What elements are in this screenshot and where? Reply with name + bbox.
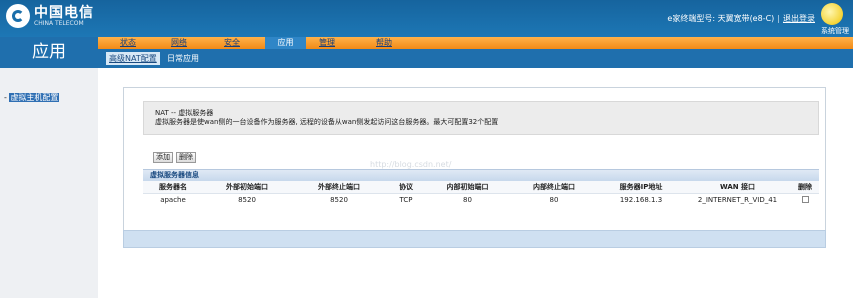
left-menu-virtual-host[interactable]: - 虚拟主机配置 <box>4 92 60 103</box>
left-panel: - 虚拟主机配置 <box>0 68 98 298</box>
main-nav: 状态 网络 安全 应用 管理 帮助 <box>98 37 853 49</box>
delete-checkbox[interactable] <box>801 196 809 204</box>
sidebar-section-title: 应用 <box>0 37 98 68</box>
main-content: NAT -- 虚拟服务器 虚拟服务器是使wan侧的一台设备作为服务器, 远程的设… <box>98 68 853 298</box>
cell-external-start-port: 8520 <box>238 195 256 204</box>
subtab-daily-apps[interactable]: 日常应用 <box>164 52 202 65</box>
info-title: NAT -- 虚拟服务器 <box>155 109 214 117</box>
nav-tab-application[interactable]: 应用 <box>265 37 306 49</box>
column-header: 内部初始端口 <box>425 181 510 194</box>
nav-tab-help[interactable]: 帮助 <box>376 37 392 49</box>
column-header: 内部终止端口 <box>510 181 598 194</box>
column-header: 外部初始端口 <box>203 181 291 194</box>
delete-button[interactable]: 删除 <box>176 152 196 163</box>
column-header: 服务器IP地址 <box>598 181 684 194</box>
column-header: WAN 接口 <box>684 181 791 194</box>
gear-label[interactable]: 系统管理 <box>821 26 849 36</box>
bottom-bar <box>123 230 826 248</box>
cell-external-end-port: 8520 <box>330 195 348 204</box>
cell-server-ip: 192.168.1.3 <box>619 195 663 204</box>
brand-name: 中国电信 <box>34 4 94 21</box>
nav-tab-network[interactable]: 网络 <box>171 37 187 49</box>
left-menu-label[interactable]: 虚拟主机配置 <box>9 93 60 102</box>
sub-nav: 高级NAT配置 日常应用 <box>98 49 853 68</box>
action-buttons: 添加 删除 <box>153 152 196 163</box>
brand-logo: 中国电信 CHINA TELECOM <box>6 4 94 28</box>
column-header: 外部终止端口 <box>291 181 387 194</box>
add-button[interactable]: 添加 <box>153 152 173 163</box>
cell-server-name: apache <box>160 195 186 204</box>
column-header: 服务器名 <box>143 181 203 194</box>
cell-wan-interface: 2_INTERNET_R_VID_41 <box>697 195 778 204</box>
column-header: 协议 <box>387 181 425 194</box>
nav-tab-management[interactable]: 管理 <box>319 37 335 49</box>
cell-internal-start-port: 80 <box>463 195 472 204</box>
table-row: apache 8520 8520 TCP 80 80 192.168.1.3 2… <box>143 193 819 206</box>
left-menu-bullet: - <box>4 93 7 102</box>
account-info: e家终端型号: 天翼宽带(e8-C) | 退出登录 <box>667 14 815 23</box>
cell-protocol: TCP <box>399 195 413 204</box>
logout-link[interactable]: 退出登录 <box>783 14 815 23</box>
nav-tab-security[interactable]: 安全 <box>224 37 240 49</box>
info-box: NAT -- 虚拟服务器 虚拟服务器是使wan侧的一台设备作为服务器, 远程的设… <box>143 101 819 135</box>
device-model-text: e家终端型号: 天翼宽带(e8-C) <box>667 14 775 23</box>
gear-icon[interactable] <box>821 3 843 25</box>
brand-subtitle: CHINA TELECOM <box>34 19 84 27</box>
watermark: http://blog.csdn.net/ <box>370 160 452 169</box>
info-description: 虚拟服务器是使wan侧的一台设备作为服务器, 远程的设备从wan侧发起访问这台服… <box>155 118 499 126</box>
table-title: 虚拟服务器信息 <box>143 169 819 181</box>
cell-internal-end-port: 80 <box>549 195 559 204</box>
column-header: 删除 <box>791 181 819 194</box>
table-header-row: 服务器名 外部初始端口 外部终止端口 协议 内部初始端口 内部终止端口 服务器I… <box>143 181 819 194</box>
top-header: 中国电信 CHINA TELECOM e家终端型号: 天翼宽带(e8-C) | 退出… <box>0 0 853 37</box>
cell-delete <box>791 193 819 206</box>
virtual-server-panel: NAT -- 虚拟服务器 虚拟服务器是使wan侧的一台设备作为服务器, 远程的设… <box>123 87 826 245</box>
telecom-logo-icon <box>6 4 30 28</box>
subtab-advanced-nat[interactable]: 高级NAT配置 <box>106 52 160 65</box>
virtual-server-table: 服务器名 外部初始端口 外部终止端口 协议 内部初始端口 内部终止端口 服务器I… <box>143 181 819 206</box>
nav-tab-status[interactable]: 状态 <box>120 37 136 49</box>
